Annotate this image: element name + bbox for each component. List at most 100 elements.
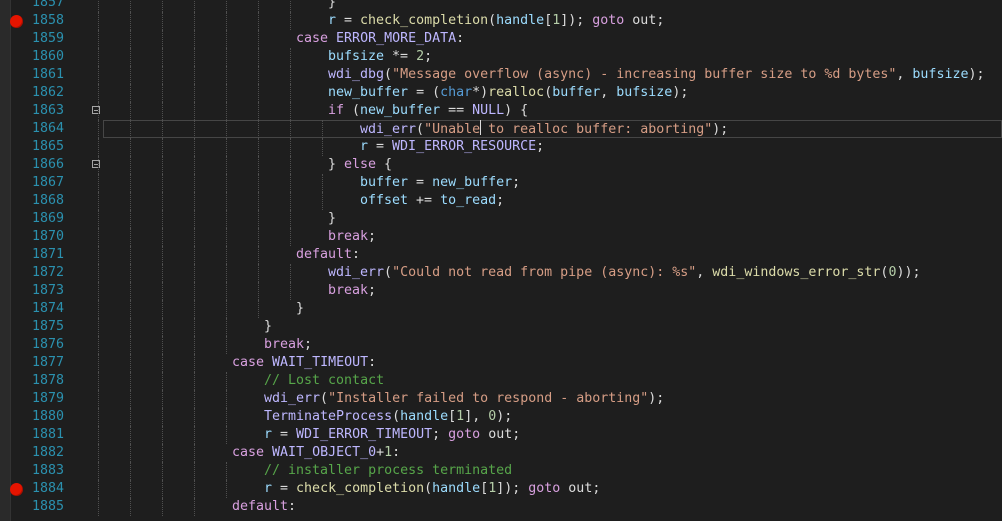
code-text[interactable]: } [296,300,304,318]
indent-guide [290,156,291,174]
code-text[interactable]: break; [328,228,376,246]
code-token: ( [424,481,433,496]
code-line[interactable]: 1862 new_buffer = (char*)realloc(buffer, … [0,84,1002,102]
indent-guide [194,156,195,174]
code-line[interactable]: 1863 if (new_buffer == NULL) { [0,102,1002,120]
code-line[interactable]: 1879 wdi_err("Installer failed to respond… [0,390,1002,408]
code-line[interactable]: 1880 TerminateProcess(handle[1], 0); [0,408,1002,426]
code-text[interactable]: // Lost contact [264,372,384,390]
code-text[interactable]: // installer process terminated [264,462,512,480]
indent-guide [194,354,195,372]
code-token: // installer process terminated [264,463,513,478]
code-text[interactable]: default: [232,498,296,516]
indent-guide [290,12,291,30]
code-line[interactable]: 1885 default: [0,498,1002,516]
indent-guide [226,408,227,426]
code-text[interactable]: break; [328,282,376,300]
code-token: } [264,319,273,334]
indent-guide [226,12,227,30]
code-lines[interactable]: 1857} 1858 r = check_completion(handle[1])… [0,0,1002,516]
code-text[interactable]: buffer = new_buffer; [360,174,520,192]
code-line[interactable]: 1865 r = WDI_ERROR_RESOURCE; [0,138,1002,156]
code-line[interactable]: 1877 case WAIT_TIMEOUT: [0,354,1002,372]
code-line[interactable]: 1864 wdi_err("Unable to realloc buffer: a… [0,120,1002,138]
indent-guide [194,228,195,246]
code-line[interactable]: 1858 r = check_completion(handle[1]); got… [0,12,1002,30]
indent-guide [130,246,131,264]
indent-guide [194,102,195,120]
code-token: ( [488,13,497,28]
code-text[interactable]: default: [296,246,360,264]
code-line[interactable]: 1869} [0,210,1002,228]
code-token: = [272,481,297,496]
code-text[interactable]: } [328,0,336,12]
code-editor[interactable]: 1857} 1858 r = check_completion(handle[1])… [0,0,1002,521]
code-text[interactable]: TerminateProcess(handle[1], 0); [264,408,512,426]
code-token: : [288,499,297,514]
indent-guide [226,462,227,480]
code-token: : [456,31,465,46]
indent-guide [130,318,131,336]
code-token: out; [560,481,601,496]
code-line[interactable]: 1870 break; [0,228,1002,246]
code-line[interactable]: 1859 case ERROR_MORE_DATA: [0,30,1002,48]
code-text[interactable]: } else { [328,156,392,174]
indent-guide [258,84,259,102]
indent-guide [130,336,131,354]
code-line[interactable]: 1876 break; [0,336,1002,354]
code-text[interactable]: r = WDI_ERROR_RESOURCE; [360,138,544,156]
code-line[interactable]: 1878 // Lost contact [0,372,1002,390]
code-text[interactable]: break; [264,336,312,354]
code-line[interactable]: 1882 case WAIT_OBJECT_0+1: [0,444,1002,462]
code-line[interactable]: 1868 offset += to_read; [0,192,1002,210]
code-line[interactable]: 1874} [0,300,1002,318]
breakpoint-icon[interactable] [10,14,23,28]
code-line[interactable]: 1884 r = check_completion(handle[1]); got… [0,480,1002,498]
breakpoint-icon[interactable] [10,482,23,496]
line-number: 1863 [31,103,64,118]
code-text[interactable]: case ERROR_MORE_DATA: [296,30,464,48]
code-line[interactable]: 1867 buffer = new_buffer; [0,174,1002,192]
code-line[interactable]: 1873 break; [0,282,1002,300]
indent-guide [98,156,99,174]
code-line[interactable]: 1861 wdi_dbg("Message overflow (async) - … [0,66,1002,84]
indent-guide [162,318,163,336]
code-text[interactable]: wdi_err("Could not read from pipe (async… [328,264,920,282]
indent-guide [162,192,163,210]
indent-guide [98,408,99,426]
code-text[interactable]: case WAIT_OBJECT_0+1: [232,444,400,462]
code-token: } [328,157,345,172]
code-text[interactable]: wdi_err("Unable to realloc buffer: abort… [360,120,728,139]
code-text[interactable]: bufsize *= 2; [328,48,432,66]
code-text[interactable]: new_buffer = (char*)realloc(buffer, bufs… [328,84,688,102]
code-text[interactable]: } [264,318,272,336]
code-line[interactable]: 1881 r = WDI_ERROR_TIMEOUT; goto out; [0,426,1002,444]
code-token: goto [528,481,561,496]
code-line[interactable]: 1857} [0,0,1002,12]
code-text[interactable]: wdi_err("Installer failed to respond - a… [264,390,664,408]
code-text[interactable]: wdi_dbg("Message overflow (async) - incr… [328,66,984,84]
indent-guide [162,30,163,48]
indent-guide [162,0,163,12]
indent-guide [290,120,291,138]
code-text[interactable]: r = check_completion(handle[1]); goto ou… [264,480,600,498]
code-text[interactable]: } [328,210,336,228]
code-text[interactable]: r = WDI_ERROR_TIMEOUT; goto out; [264,426,520,444]
code-token: , [896,67,913,82]
indent-guide [130,12,131,30]
code-line[interactable]: 1866} else { [0,156,1002,174]
code-token: case [232,355,265,370]
code-line[interactable]: 1860 bufsize *= 2; [0,48,1002,66]
code-text[interactable]: case WAIT_TIMEOUT: [232,354,376,372]
code-line[interactable]: 1871 default: [0,246,1002,264]
code-text[interactable]: r = check_completion(handle[1]); goto ou… [328,12,664,30]
code-line[interactable]: 1875} [0,318,1002,336]
indent-guide [162,282,163,300]
indent-guide [162,354,163,372]
code-line[interactable]: 1883 // installer process terminated [0,462,1002,480]
code-text[interactable]: offset += to_read; [360,192,504,210]
code-token: buffer [360,175,409,190]
code-line[interactable]: 1872 wdi_err("Could not read from pipe (a… [0,264,1002,282]
code-text[interactable]: if (new_buffer == NULL) { [328,102,528,120]
